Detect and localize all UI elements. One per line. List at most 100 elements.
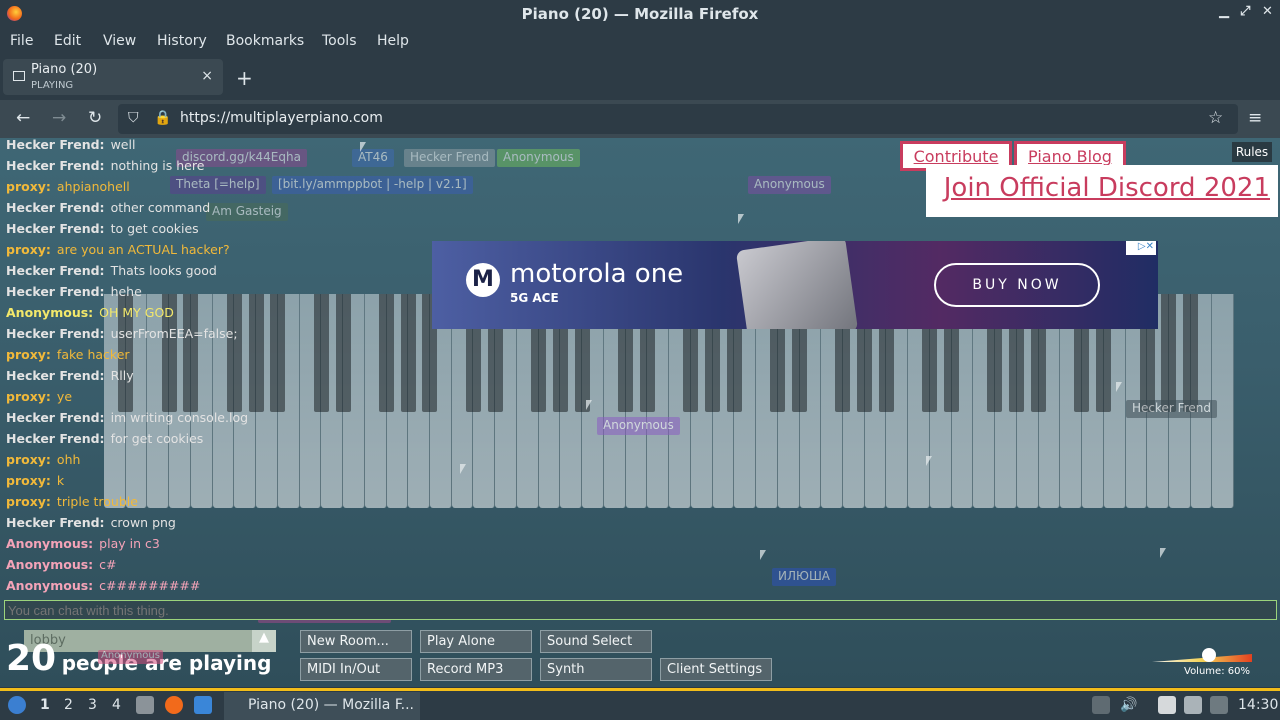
- chat-message: Hecker Frend: nothing is here: [6, 155, 426, 176]
- chat-text: k: [56, 473, 65, 488]
- chat-input[interactable]: [4, 600, 1277, 620]
- start-menu-icon[interactable]: [8, 696, 26, 714]
- chat-log: Hecker Frend: well Hecker Frend: nothing is…: [6, 138, 426, 596]
- sound-select-button[interactable]: Sound Select: [540, 630, 652, 653]
- volume-label: Volume: 60%: [1184, 666, 1250, 677]
- navigation-bar: ← → ↻ ⛉ 🔒 https://multiplayerpiano.com ☆…: [0, 100, 1280, 138]
- chat-author: Hecker Frend:: [6, 284, 105, 299]
- client-settings-button[interactable]: Client Settings: [660, 658, 772, 681]
- player-count-number: 20: [6, 638, 57, 679]
- chat-message: proxy: ahpianohell: [6, 176, 426, 197]
- menu-edit[interactable]: Edit: [54, 33, 81, 49]
- midi-button[interactable]: MIDI In/Out: [300, 658, 412, 681]
- workspace-2[interactable]: 2: [64, 697, 73, 713]
- chat-text: ahpianohell: [56, 179, 130, 194]
- black-key[interactable]: [1183, 294, 1199, 412]
- bookmark-star-icon[interactable]: ☆: [1208, 108, 1223, 128]
- window-titlebar: Piano (20) — Mozilla Firefox ▁ ⤢ ✕: [0, 0, 1280, 29]
- chat-message: Anonymous: OH MY GOD: [6, 302, 426, 323]
- ad-choices-icon[interactable]: ▷✕: [1126, 241, 1156, 255]
- black-key[interactable]: [1161, 294, 1177, 412]
- player-badge: Anonymous: [597, 417, 680, 435]
- piano-page: discord.gg/k44Eqha AT46 Hecker Frend Ano…: [0, 138, 1280, 687]
- chat-text: for get cookies: [110, 431, 204, 446]
- chat-text: ohh: [56, 452, 81, 467]
- taskbar: 1 2 3 4 Piano (20) — Mozilla F... 🔊 14:3…: [0, 688, 1280, 720]
- chat-text: triple trouble: [56, 494, 138, 509]
- chat-author: proxy:: [6, 347, 51, 362]
- record-mp3-button[interactable]: Record MP3: [420, 658, 532, 681]
- player-badge: Anonymous: [98, 650, 163, 664]
- chat-author: proxy:: [6, 389, 51, 404]
- new-tab-button[interactable]: +: [236, 66, 253, 90]
- workspace-3[interactable]: 3: [88, 697, 97, 713]
- url-bar[interactable]: ⛉ 🔒 https://multiplayerpiano.com: [118, 104, 1238, 134]
- close-window-icon[interactable]: ✕: [1262, 4, 1273, 19]
- chat-text: c#: [99, 557, 117, 572]
- play-alone-button[interactable]: Play Alone: [420, 630, 532, 653]
- chat-author: Anonymous:: [6, 578, 94, 593]
- taskbar-firefox-task[interactable]: Piano (20) — Mozilla F...: [224, 692, 420, 720]
- menu-history[interactable]: History: [157, 33, 207, 49]
- chat-author: Hecker Frend:: [6, 263, 105, 278]
- chat-message: Hecker Frend: to get cookies: [6, 218, 426, 239]
- chat-text: fake hacker: [56, 347, 130, 362]
- cursor-icon: [926, 456, 932, 466]
- phone-image: [735, 241, 859, 329]
- close-tab-icon[interactable]: ×: [201, 68, 213, 84]
- shield-icon[interactable]: ⛉: [128, 110, 139, 126]
- chat-message: Hecker Frend: userFromEEA=false;: [6, 323, 426, 344]
- menu-help[interactable]: Help: [377, 33, 409, 49]
- chat-text: are you an ACTUAL hacker?: [56, 242, 230, 257]
- menu-tools[interactable]: Tools: [322, 33, 357, 49]
- rules-link[interactable]: Rules: [1232, 142, 1272, 162]
- menu-file[interactable]: File: [10, 33, 33, 49]
- menu-bookmarks[interactable]: Bookmarks: [226, 33, 304, 49]
- chat-text: OH MY GOD: [99, 305, 174, 320]
- minimize-icon[interactable]: ▁: [1219, 4, 1229, 19]
- new-room-button[interactable]: New Room...: [300, 630, 412, 653]
- url-text[interactable]: https://multiplayerpiano.com: [180, 110, 383, 126]
- tab-subtitle: PLAYING: [31, 80, 74, 91]
- cursor-icon: [586, 400, 592, 410]
- volume-tray-icon[interactable]: 🔊: [1120, 697, 1137, 713]
- chat-author: proxy:: [6, 452, 51, 467]
- tab-bar: Piano (20) PLAYING × +: [0, 54, 1280, 100]
- chat-author: Hecker Frend:: [6, 368, 105, 383]
- cursor-icon: [460, 464, 466, 474]
- lock-icon[interactable]: 🔒: [154, 110, 171, 126]
- volume-knob[interactable]: [1202, 648, 1216, 662]
- display-icon[interactable]: [1184, 696, 1202, 714]
- maximize-icon[interactable]: ⤢: [1240, 4, 1250, 19]
- chat-author: Anonymous:: [6, 305, 94, 320]
- chat-author: Hecker Frend:: [6, 138, 105, 152]
- files-icon[interactable]: [136, 696, 154, 714]
- tab-piano[interactable]: Piano (20) PLAYING ×: [3, 59, 223, 95]
- forward-icon[interactable]: →: [52, 108, 66, 128]
- app-menu-icon[interactable]: ≡: [1248, 108, 1262, 128]
- menu-view[interactable]: View: [103, 33, 136, 49]
- back-icon[interactable]: ←: [16, 108, 30, 128]
- chat-text: Rlly: [110, 368, 134, 383]
- terminal-icon[interactable]: [194, 696, 212, 714]
- chat-text: ye: [56, 389, 73, 404]
- tray-upload-icon[interactable]: [1092, 696, 1110, 714]
- volume-slider[interactable]: Volume: 60%: [1150, 646, 1260, 682]
- reload-icon[interactable]: ↻: [88, 108, 102, 128]
- firefox-launcher-icon[interactable]: [165, 696, 183, 714]
- chat-text: nothing is here: [110, 158, 205, 173]
- chat-author: Anonymous:: [6, 536, 94, 551]
- battery-icon[interactable]: [1210, 696, 1228, 714]
- cursor-icon: [738, 214, 744, 224]
- buy-now-button[interactable]: BUY NOW: [934, 263, 1100, 307]
- workspace-1[interactable]: 1: [40, 697, 50, 713]
- clipboard-icon[interactable]: [1158, 696, 1176, 714]
- discord-link[interactable]: Join Official Discord 2021: [926, 165, 1278, 217]
- ad-brand: motorola one: [510, 259, 684, 289]
- chat-message: Hecker Frend: hehe: [6, 281, 426, 302]
- chat-text: to get cookies: [110, 221, 199, 236]
- ad-banner[interactable]: M motorola one 5G ACE BUY NOW ▷✕: [432, 241, 1158, 329]
- player-badge: Hecker Frend: [1126, 400, 1217, 418]
- synth-button[interactable]: Synth: [540, 658, 652, 681]
- workspace-4[interactable]: 4: [112, 697, 121, 713]
